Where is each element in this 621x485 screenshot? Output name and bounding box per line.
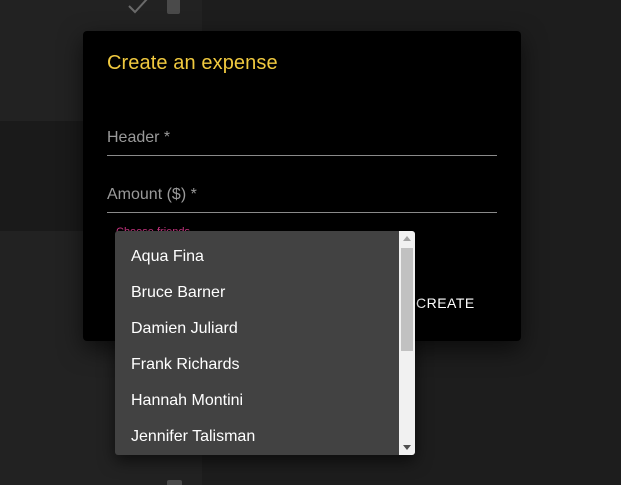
dialog-title: Create an expense bbox=[107, 52, 278, 74]
amount-field-label: Amount ($) * bbox=[107, 186, 197, 203]
scroll-up-arrow-icon[interactable] bbox=[403, 236, 411, 241]
friend-option[interactable]: Jennifer Talisman bbox=[115, 419, 399, 455]
trash-icon[interactable] bbox=[167, 0, 180, 14]
scroll-down-arrow-icon[interactable] bbox=[403, 445, 411, 450]
trash-icon[interactable] bbox=[167, 480, 182, 485]
amount-field-underline bbox=[107, 212, 497, 213]
friends-dropdown-menu[interactable]: Aqua Fina Bruce Barner Damien Juliard Fr… bbox=[115, 231, 415, 455]
header-field-underline bbox=[107, 155, 497, 156]
friend-option[interactable]: Bruce Barner bbox=[115, 275, 399, 311]
create-button[interactable]: CREATE bbox=[416, 295, 475, 311]
friend-option[interactable]: Frank Richards bbox=[115, 347, 399, 383]
friend-option[interactable]: Aqua Fina bbox=[115, 239, 399, 275]
dropdown-scrollbar[interactable] bbox=[399, 231, 415, 455]
check-icon[interactable] bbox=[127, 0, 149, 16]
friend-option[interactable]: Hannah Montini bbox=[115, 383, 399, 419]
scrollbar-thumb[interactable] bbox=[401, 248, 413, 351]
amount-field[interactable]: Amount ($) * bbox=[107, 186, 497, 213]
friend-option[interactable]: Damien Juliard bbox=[115, 311, 399, 347]
friends-option-list: Aqua Fina Bruce Barner Damien Juliard Fr… bbox=[115, 239, 399, 455]
header-field[interactable]: Header * bbox=[107, 129, 497, 156]
header-field-label: Header * bbox=[107, 129, 171, 146]
